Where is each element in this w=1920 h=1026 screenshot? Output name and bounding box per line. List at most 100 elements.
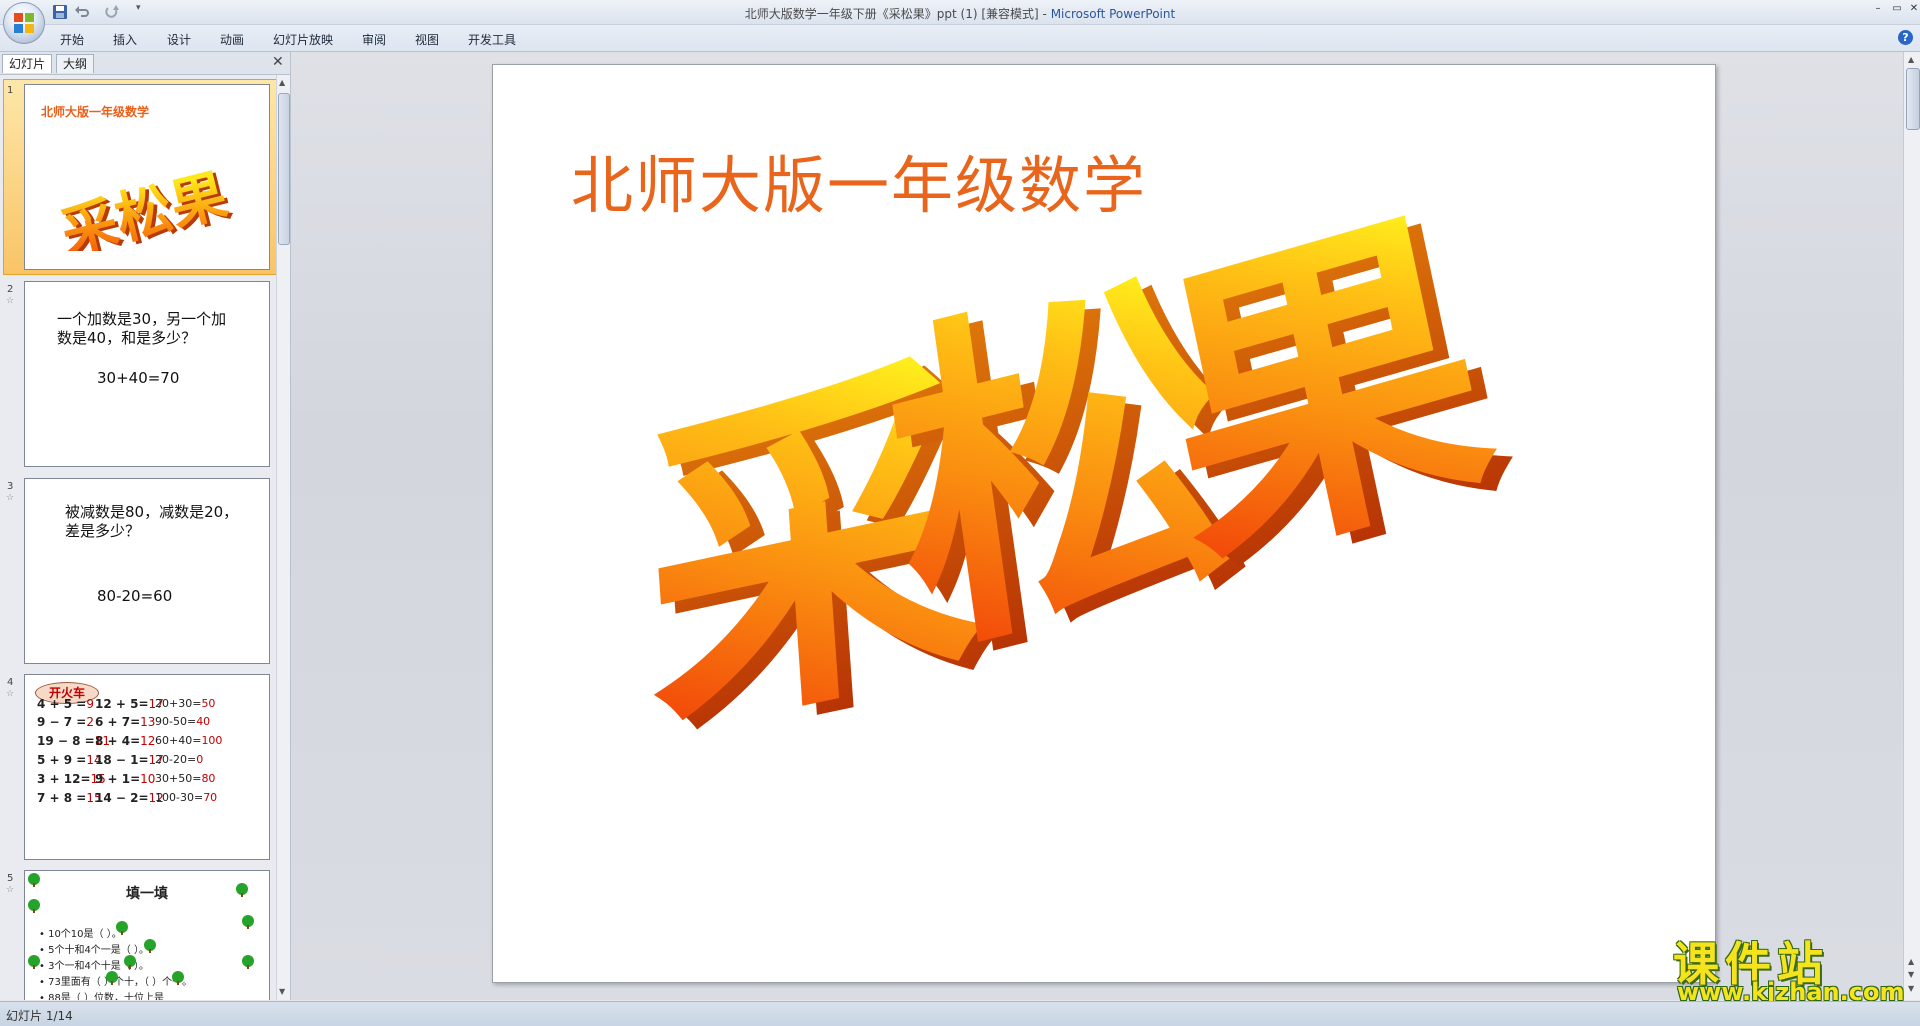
tree-icon	[124, 955, 136, 969]
slide-thumbnails: 1 北师大版一年级数学 采松果 采松果 2 ☆ 一个加数是30，另一个加 数是4…	[0, 75, 276, 1000]
tab-slides[interactable]: 幻灯片	[2, 54, 53, 73]
cell-question: 8 + 4=	[95, 734, 141, 748]
tab-review[interactable]: 审阅	[358, 29, 390, 50]
thumb-line: • 5个十和4个一是（ ）。	[39, 945, 149, 956]
table-cell: 90-50=40	[155, 715, 210, 728]
scroll-down-icon[interactable]: ▼	[1908, 984, 1914, 993]
tab-insert[interactable]: 插入	[109, 29, 141, 50]
scroll-up-icon[interactable]: ▲	[279, 78, 285, 87]
cell-question: 9 − 7 =	[37, 715, 87, 729]
cell-answer: 12	[140, 734, 156, 748]
slide-number: 5	[7, 873, 14, 884]
animation-star-icon: ☆	[6, 296, 15, 306]
table-cell: 20-20=0	[155, 753, 203, 766]
close-button[interactable]: ✕	[1904, 2, 1920, 16]
table-cell: 60+40=100	[155, 734, 222, 747]
animation-star-icon: ☆	[6, 689, 15, 699]
scroll-up-icon[interactable]: ▲	[1908, 55, 1914, 64]
cell-answer: 13	[140, 715, 156, 729]
table-row: 7 + 8 =15 14 − 2=12 100-30=70	[25, 791, 269, 813]
thumb-text: 一个加数是30，另一个加	[57, 310, 227, 328]
tab-outline[interactable]: 大纲	[56, 54, 95, 73]
document-title: 北师大版数学一年级下册《采松果》ppt (1) [兼容模式] -	[744, 7, 1051, 21]
animation-star-icon: ☆	[6, 493, 15, 503]
wordart-title[interactable]: 采 采 松 松 果 果	[493, 65, 1715, 982]
cell-question: 5 + 9 =	[37, 753, 87, 767]
tree-icon	[106, 971, 118, 985]
tab-home[interactable]: 开始	[56, 29, 88, 50]
scroll-thumb[interactable]	[278, 93, 290, 245]
svg-text:采松果: 采松果	[55, 163, 234, 251]
previous-slide-icon[interactable]: ▲	[1908, 957, 1914, 966]
tree-icon	[144, 939, 156, 953]
tab-view[interactable]: 视图	[411, 29, 443, 50]
scroll-down-icon[interactable]: ▼	[279, 987, 285, 996]
tree-icon	[28, 955, 40, 969]
slide-thumbnail-1[interactable]: 北师大版一年级数学 采松果 采松果	[24, 84, 270, 270]
tree-icon	[236, 883, 248, 897]
cell-question: 30+50=	[155, 772, 202, 785]
tab-design[interactable]: 设计	[163, 29, 195, 50]
tree-icon	[242, 955, 254, 969]
thumb-text: 差是多少？	[65, 522, 141, 540]
table-cell: 5 + 9 =14	[37, 753, 102, 767]
slide-thumbnail-4[interactable]: 开火车 4 + 5 =9 12 + 5=17 20+30=50 9 − 7 =2 6 +…	[24, 674, 270, 860]
watermark: 课件站 www.kjzhan.com	[1655, 928, 1905, 1006]
cell-question: 20+30=	[155, 697, 202, 710]
cell-answer: 2	[86, 715, 94, 729]
thumb-title: 北师大版一年级数学	[41, 105, 150, 119]
slide-thumbnail-3[interactable]: 被减数是80，减数是20， 差是多少？ 80-20=60	[24, 478, 270, 664]
tree-icon	[172, 971, 184, 985]
table-cell: 14 − 2=12	[95, 791, 164, 805]
table-cell: 6 + 7=13	[95, 715, 155, 729]
tab-animation[interactable]: 动画	[216, 29, 248, 50]
scroll-thumb[interactable]	[1906, 68, 1920, 130]
wordart-thumb-icon: 采松果 采松果	[55, 163, 237, 251]
title-bar: ▾ 北师大版数学一年级下册《采松果》ppt (1) [兼容模式] - Micro…	[0, 0, 1920, 44]
tree-icon	[116, 921, 128, 935]
slide-thumbnail-5[interactable]: 填一填 • 10个10是（ ）。 • 5个十和4个一是（ ）。 • 3个一和4个…	[24, 870, 270, 1000]
table-cell: 9 − 7 =2	[37, 715, 94, 729]
slide-number: 3	[7, 481, 14, 492]
cell-question: 3 + 12=	[37, 772, 91, 786]
thumb-equation: 30+40=70	[97, 369, 180, 387]
slides-pane: 幻灯片 大纲 ✕ 1 北师大版一年级数学 采松果 采松果 2 ☆ 一个加数是30…	[0, 52, 291, 1000]
table-cell: 30+50=80	[155, 772, 215, 785]
tab-slideshow[interactable]: 幻灯片放映	[269, 29, 337, 50]
table-cell: 18 − 1=17	[95, 753, 164, 767]
table-cell: 12 + 5=17	[95, 697, 164, 711]
tree-icon	[28, 899, 40, 913]
pane-close-button[interactable]: ✕	[272, 54, 284, 70]
cell-question: 4 + 5 =	[37, 697, 87, 711]
slide-thumbnail-2[interactable]: 一个加数是30，另一个加 数是40，和是多少？ 30+40=70	[24, 281, 270, 467]
status-bar: 幻灯片 1/14	[0, 1001, 1920, 1026]
table-cell: 7 + 8 =15	[37, 791, 102, 805]
minimize-button[interactable]: –	[1868, 2, 1888, 16]
cell-question: 19 − 8 =	[37, 734, 95, 748]
cell-question: 60+40=	[155, 734, 202, 747]
cell-question: 90-50=	[155, 715, 197, 728]
slide-scrollbar[interactable]: ▲ ▲ ▼ ▼	[1903, 52, 1920, 1000]
thumbnails-scrollbar[interactable]: ▲ ▼	[276, 75, 290, 1000]
cell-question: 18 − 1=	[95, 753, 149, 767]
cell-answer: 0	[196, 753, 204, 766]
tree-icon	[242, 915, 254, 929]
table-cell: 8 + 4=12	[95, 734, 155, 748]
cell-question: 12 + 5=	[95, 697, 149, 711]
thumb-text: 被减数是80，减数是20，	[65, 503, 239, 521]
office-button[interactable]	[3, 2, 45, 44]
current-slide[interactable]: 北师大版一年级数学 采 采 松 松 果 果	[492, 64, 1716, 983]
slide-counter: 幻灯片 1/14	[6, 1009, 73, 1023]
tab-developer[interactable]: 开发工具	[464, 29, 520, 50]
cell-question: 7 + 8 =	[37, 791, 87, 805]
slide-editing-area: 北师大版一年级数学 采 采 松 松 果 果	[291, 52, 1903, 1000]
help-icon[interactable]: ?	[1898, 30, 1913, 45]
cell-question: 100-30=	[155, 791, 204, 804]
next-slide-icon[interactable]: ▼	[1908, 970, 1914, 979]
ribbon-tabs: 开始 插入 设计 动画 幻灯片放映 审阅 视图 开发工具 ?	[0, 25, 1920, 52]
slide-number: 2	[7, 284, 14, 295]
pane-tabs: 幻灯片 大纲 ✕	[0, 52, 290, 75]
table-cell: 20+30=50	[155, 697, 215, 710]
cell-question: 6 + 7=	[95, 715, 141, 729]
animation-star-icon: ☆	[6, 885, 15, 895]
